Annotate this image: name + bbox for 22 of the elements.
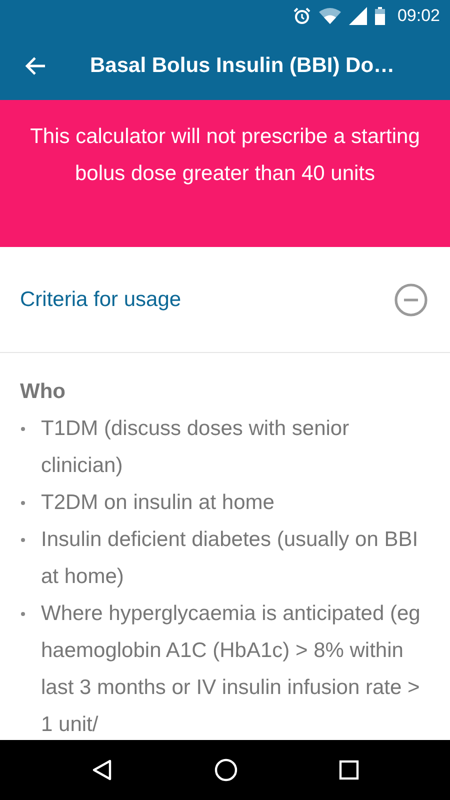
warning-text: This calculator will not prescribe a starting bolus dose greater than 40 units xyxy=(30,125,420,185)
bullet-icon xyxy=(21,501,25,505)
alarm-icon xyxy=(293,7,312,25)
recents-icon[interactable] xyxy=(339,760,360,780)
content-heading: Who xyxy=(20,379,66,405)
list-item-text: T2DM on insulin at home xyxy=(41,490,276,516)
bullet-icon xyxy=(21,612,25,616)
list-item-text: Insulin deficient diabetes (usually on BBI at home) xyxy=(41,527,420,590)
status-time: 09:02 xyxy=(397,6,440,26)
list-item-text: T1DM (discuss doses with senior clinician) xyxy=(41,416,350,479)
criteria-header[interactable]: Criteria for usage xyxy=(0,247,450,353)
list-item-text: Where hyperglycaemia is anticipated (eg haemoglobin A1C (HbA1c) > 8% within last 3 months or IV insulin infusion rate > 1 unit/ xyxy=(41,601,422,738)
back-icon[interactable] xyxy=(90,759,113,781)
battery-icon xyxy=(375,7,386,25)
screen-title: Basal Bolus Insulin (BBI) Do… xyxy=(90,54,395,78)
bullet-icon xyxy=(21,538,25,542)
section-title: Criteria for usage xyxy=(20,288,182,312)
signal-icon xyxy=(349,7,368,25)
collapse-icon[interactable] xyxy=(394,282,428,316)
bullet-icon xyxy=(21,427,25,431)
home-icon[interactable] xyxy=(214,758,238,782)
wifi-icon xyxy=(319,8,342,24)
